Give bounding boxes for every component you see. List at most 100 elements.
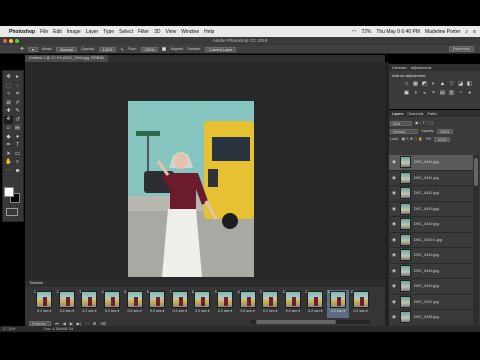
layer-row[interactable]: ◉ DSC_0442.jpg <box>389 186 473 202</box>
visibility-eye-icon[interactable]: ◉ <box>391 190 397 196</box>
pen-tool-icon[interactable]: ✒ <box>4 141 13 150</box>
adjustment-5-icon[interactable]: ▲ <box>438 80 447 89</box>
adjustment-16-icon[interactable]: ◕ <box>465 89 474 98</box>
zoom-tool-icon[interactable]: ⌕ <box>13 158 22 167</box>
adjustment-7-icon[interactable]: ◪ <box>456 80 465 89</box>
timeline-frame[interactable]: 130.2 sec.▾ <box>304 290 327 318</box>
frame-delay-select[interactable]: 0.2 sec.▾ <box>150 309 164 313</box>
blur-tool-icon[interactable]: ◆ <box>4 133 13 142</box>
healing-brush-tool-icon[interactable]: ✚ <box>4 107 13 116</box>
visibility-eye-icon[interactable]: ◉ <box>391 206 397 212</box>
layer-row[interactable]: ◉ DSC_0448.jpg <box>389 279 473 295</box>
adjustment-11-icon[interactable]: ◒ <box>420 89 429 98</box>
brush-size-field[interactable]: ▾ <box>28 46 38 52</box>
menu-type[interactable]: Type <box>103 29 114 35</box>
menu-select[interactable]: Select <box>119 29 133 35</box>
brush-tool-icon[interactable]: ✎ <box>13 107 22 116</box>
crop-tool-icon[interactable]: ⌗ <box>13 90 22 99</box>
timeline-frame[interactable]: 110.2 sec.▾ <box>259 290 282 318</box>
quick-mask-icon[interactable]: ◙ <box>13 167 22 176</box>
visibility-eye-icon[interactable]: ◉ <box>391 268 397 274</box>
adjustment-6-icon[interactable]: ▽ <box>447 80 456 89</box>
frame-delay-select[interactable]: 0.2 sec.▾ <box>60 309 74 313</box>
adjustment-1-icon[interactable]: ☼ <box>402 80 411 89</box>
timeline-frame[interactable]: 120.2 sec.▾ <box>282 290 305 318</box>
tab-layers[interactable]: Layers <box>392 112 403 116</box>
clone-stamp-tool-button-icon[interactable]: ⎈ <box>4 115 13 124</box>
more-tools-icon[interactable]: ⋯ <box>4 167 13 176</box>
duplicate-frame-icon[interactable]: ⊞ <box>93 321 96 326</box>
visibility-eye-icon[interactable]: ◉ <box>391 283 397 289</box>
visibility-eye-icon[interactable]: ◉ <box>391 159 397 165</box>
mode-select[interactable]: Normal <box>56 46 77 52</box>
layers-scrollbar-thumb[interactable] <box>474 158 478 186</box>
hand-tool-icon[interactable]: ✋ <box>4 158 13 167</box>
timeline-frame[interactable]: 4 0.2 sec.▾ <box>101 290 124 318</box>
document-tab[interactable]: Untitled-1 @ 17.1% (DSC_0444.jpg, RGB/8) <box>25 55 108 62</box>
adjustment-8-icon[interactable]: ◧ <box>465 80 474 89</box>
frame-delay-select[interactable]: 0.2 sec.▾ <box>218 309 232 313</box>
dodge-tool-icon[interactable]: ● <box>13 133 22 142</box>
user-name[interactable]: Madeline Porter <box>425 29 460 35</box>
menu-file[interactable]: File <box>40 29 48 35</box>
screen-mode-icon[interactable] <box>6 208 18 216</box>
layer-row[interactable]: ◉ DSC_0439 1.jpg <box>389 233 473 248</box>
adjustment-15-icon[interactable]: ◔ <box>456 89 465 98</box>
adjustment-10-icon[interactable]: ◑ <box>411 89 420 98</box>
frame-delay-select[interactable]: 0.2 sec.▾ <box>105 309 119 313</box>
move-tool-icon[interactable]: ✥ <box>4 73 13 82</box>
menu-help[interactable]: Help <box>204 29 214 35</box>
timeline-frame[interactable]: 2 0.2 sec.▾ <box>56 290 79 318</box>
menu-list-icon[interactable]: ≡ <box>473 29 476 35</box>
frame-delay-select[interactable]: 0.2 sec.▾ <box>240 309 254 313</box>
minimize-window-icon[interactable] <box>9 39 13 43</box>
lock-icons[interactable]: ▦ ✎ ✥ ⬚ 🔒 <box>402 137 423 141</box>
tab-paths[interactable]: Paths <box>427 112 437 116</box>
sample-select[interactable]: Current Layer <box>204 46 237 52</box>
layer-row[interactable]: ◉ DSC_0445.jpg <box>389 248 473 264</box>
delete-frame-icon[interactable]: ⌫ <box>100 321 106 326</box>
visibility-eye-icon[interactable]: ◉ <box>391 299 397 305</box>
timeline-frame[interactable]: 140.2 sec.▾ <box>326 290 350 318</box>
clock[interactable]: Thu May 9 6:40 PM <box>376 29 420 35</box>
frame-delay-select[interactable]: 0.2 sec.▾ <box>263 309 277 313</box>
foreground-color-swatch[interactable] <box>4 187 14 197</box>
maximize-window-icon[interactable] <box>15 39 19 43</box>
frame-tool-icon[interactable]: ⊠ <box>4 99 13 108</box>
adjustment-2-icon[interactable]: ▦ <box>411 80 420 89</box>
filter-icons[interactable]: ▣ ◐ T ⬚ ▢ <box>415 121 433 125</box>
adjustment-14-icon[interactable]: ▥ <box>447 89 456 98</box>
wifi-icon[interactable]: ◠ <box>352 29 356 35</box>
layer-row[interactable]: ◉ DSC_0444.jpg <box>389 155 473 171</box>
frame-delay-select[interactable]: 0.2 sec.▾ <box>308 309 322 313</box>
visibility-eye-icon[interactable]: ◉ <box>391 252 397 258</box>
tab-adjustments[interactable]: Adjustments <box>411 66 432 70</box>
frame-delay-select[interactable]: 0.2 sec.▾ <box>127 309 141 313</box>
canvas-photo[interactable] <box>128 101 254 277</box>
adjustment-9-icon[interactable]: ▣ <box>402 89 411 98</box>
frame-delay-select[interactable]: 0.2 sec.▾ <box>286 309 300 313</box>
aligned-checkbox[interactable] <box>162 47 167 51</box>
layer-opacity-field[interactable]: 100% <box>437 128 454 134</box>
lasso-tool-icon[interactable]: ◌ <box>13 82 22 91</box>
close-window-icon[interactable] <box>3 39 7 43</box>
tab-channels[interactable]: Channels <box>407 112 423 116</box>
play-icon[interactable]: ▶ <box>70 321 73 326</box>
next-frame-icon[interactable]: ▶| <box>77 321 81 326</box>
timeline-frame[interactable]: 1 0.2 sec.▾ <box>33 290 56 318</box>
gradient-tool-icon[interactable]: ▤ <box>13 124 22 133</box>
frame-delay-select[interactable]: 0.2 sec.▾ <box>37 309 51 313</box>
visibility-eye-icon[interactable]: ◉ <box>391 237 397 243</box>
menu-window[interactable]: Window <box>181 29 199 35</box>
timeline-scrollbar-thumb[interactable] <box>256 320 336 324</box>
timeline-frame[interactable]: 7 0.2 sec.▾ <box>169 290 192 318</box>
visibility-eye-icon[interactable]: ◉ <box>391 221 397 227</box>
timeline-frame[interactable]: 100.2 sec.▾ <box>236 290 259 318</box>
history-brush-tool-icon[interactable]: ↺ <box>13 116 22 125</box>
frame-delay-select[interactable]: 0.2 sec.▾ <box>195 309 209 313</box>
eraser-tool-icon[interactable]: ▱ <box>4 124 13 133</box>
timeline-frame[interactable]: 6 0.2 sec.▾ <box>146 290 169 318</box>
frame-delay-select[interactable]: 0.2 sec.▾ <box>331 309 345 313</box>
path-select-tool-icon[interactable]: ➤ <box>4 150 13 159</box>
type-tool-icon[interactable]: T <box>13 141 22 150</box>
